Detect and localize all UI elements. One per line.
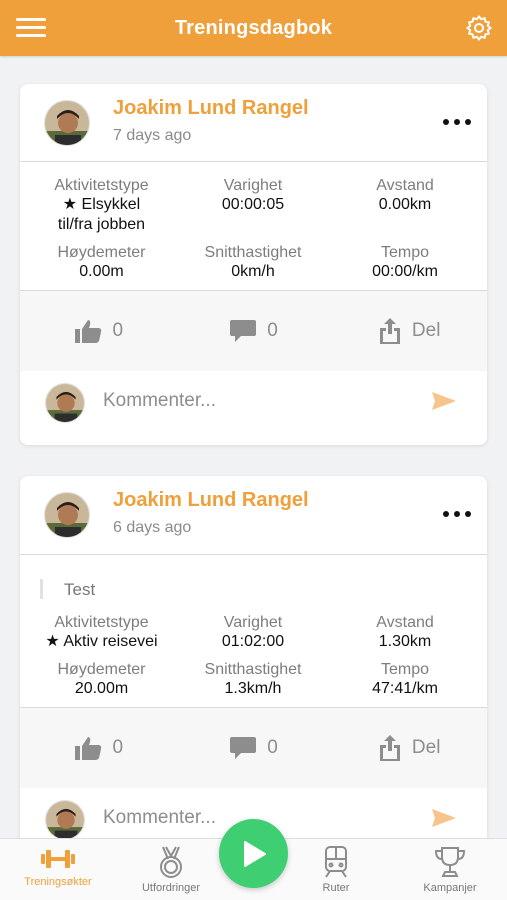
train-icon xyxy=(325,846,347,878)
top-bar: Treningsdagbok xyxy=(0,0,507,56)
send-icon[interactable] xyxy=(431,391,457,416)
send-icon[interactable] xyxy=(431,808,457,833)
comment-button[interactable]: 0 xyxy=(176,291,332,371)
post-time: 6 days ago xyxy=(113,519,192,536)
stat-elevation: Høydemeter 0.00m xyxy=(57,244,146,280)
stats-grid: Aktivitetstype ★ Elsykkel til/fra jobben … xyxy=(20,162,487,291)
stat-pace: Tempo 00:00/km xyxy=(372,244,438,280)
like-count: 0 xyxy=(112,320,124,341)
stat-distance: Avstand 0.00km xyxy=(376,177,434,213)
avatar[interactable] xyxy=(44,492,90,538)
quote-bar xyxy=(40,579,43,599)
stat-duration: Varighet 00:00:05 xyxy=(221,177,285,213)
more-options-icon[interactable] xyxy=(443,511,471,519)
avatar xyxy=(45,383,85,423)
dumbbell-icon xyxy=(41,850,75,868)
stats-grid: Aktivitetstype ★ Aktiv reisevei Varighet 0… xyxy=(20,613,487,708)
action-bar: 0 0 Del xyxy=(20,708,487,788)
post-time: 7 days ago xyxy=(113,127,192,144)
comment-icon xyxy=(230,320,257,342)
share-button[interactable]: Del xyxy=(331,291,487,371)
gear-icon[interactable] xyxy=(465,14,493,42)
like-count: 0 xyxy=(112,737,124,758)
share-icon xyxy=(379,318,400,344)
tab-kampanjer[interactable]: Kampanjer xyxy=(400,845,500,894)
stat-elevation: Høydemeter 20.00m xyxy=(57,661,146,697)
stat-duration: Varighet 01:02:00 xyxy=(221,614,285,650)
start-activity-button[interactable] xyxy=(219,819,288,888)
comment-count: 0 xyxy=(267,320,278,341)
play-icon xyxy=(243,840,266,867)
comment-count: 0 xyxy=(267,737,278,758)
activity-note: Test xyxy=(20,575,487,613)
stat-distance: Avstand 1.30km xyxy=(376,614,434,650)
comment-button[interactable]: 0 xyxy=(176,708,332,788)
card-header: Joakim Lund Rangel 7 days ago xyxy=(20,84,487,162)
like-button[interactable]: 0 xyxy=(20,291,176,371)
tab-utfordringer[interactable]: Utfordringer xyxy=(121,845,221,894)
share-label: Del xyxy=(411,320,441,341)
thumbs-up-icon xyxy=(74,737,101,760)
activity-card: Joakim Lund Rangel 7 days ago Aktivitets… xyxy=(20,84,487,445)
card-header: Joakim Lund Rangel 6 days ago xyxy=(20,476,487,554)
user-name[interactable]: Joakim Lund Rangel xyxy=(113,489,309,512)
tab-ruter[interactable]: Ruter xyxy=(286,845,386,894)
stat-avg-speed: Snitthastighet 1.3km/h xyxy=(204,661,302,697)
stat-pace: Tempo 47:41/km xyxy=(372,661,438,697)
action-bar: 0 0 Del xyxy=(20,291,487,371)
share-button[interactable]: Del xyxy=(331,708,487,788)
stat-avg-speed: Snitthastighet 0km/h xyxy=(204,244,302,280)
share-icon xyxy=(379,735,400,761)
comment-icon xyxy=(230,737,257,759)
activity-card: Joakim Lund Rangel 6 days ago Test Aktiv… xyxy=(20,476,487,856)
user-name[interactable]: Joakim Lund Rangel xyxy=(113,97,309,120)
tab-treningsokter[interactable]: Treningsøkter xyxy=(8,845,108,888)
comment-row: Kommenter... xyxy=(20,371,487,431)
hamburger-menu-icon[interactable] xyxy=(16,18,46,38)
comment-input[interactable]: Kommenter... xyxy=(103,390,216,412)
comment-input[interactable]: Kommenter... xyxy=(103,807,216,829)
divider xyxy=(20,554,487,555)
stat-activity-type: Aktivitetstype ★ Aktiv reisevei xyxy=(45,614,158,650)
avatar xyxy=(45,800,85,840)
more-options-icon[interactable] xyxy=(443,119,471,127)
stat-activity-type: Aktivitetstype ★ Elsykkel til/fra jobben xyxy=(54,177,149,233)
page-title: Treningsdagbok xyxy=(174,16,333,39)
avatar[interactable] xyxy=(44,100,90,146)
share-label: Del xyxy=(411,737,441,758)
thumbs-up-icon xyxy=(74,320,101,343)
medal-icon xyxy=(160,846,182,878)
trophy-icon xyxy=(434,847,466,877)
like-button[interactable]: 0 xyxy=(20,708,176,788)
